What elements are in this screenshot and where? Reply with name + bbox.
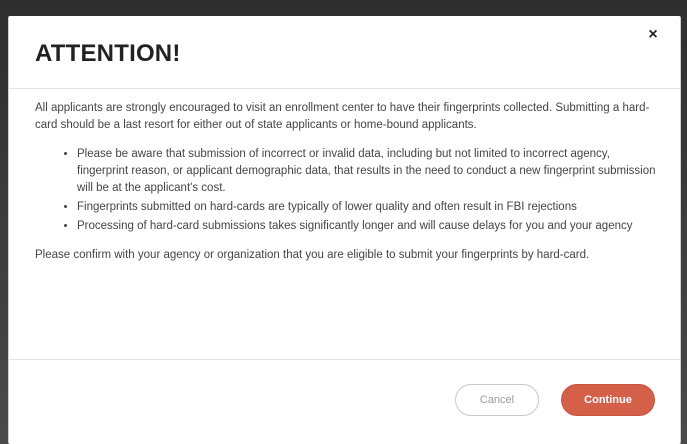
attention-modal: ATTENTION! × All applicants are strongly…	[8, 16, 681, 444]
cancel-button[interactable]: Cancel	[455, 384, 539, 416]
list-item: Please be aware that submission of incor…	[77, 146, 659, 197]
modal-header: ATTENTION! ×	[9, 16, 680, 89]
continue-button[interactable]: Continue	[561, 384, 655, 416]
outro-paragraph: Please confirm with your agency or organ…	[35, 249, 590, 261]
modal-title: ATTENTION!	[35, 40, 181, 67]
modal-footer: Cancel Continue	[9, 359, 680, 444]
modal-body: All applicants are strongly encouraged t…	[35, 100, 659, 276]
list-item: Fingerprints submitted on hard-cards are…	[77, 199, 659, 216]
list-item: Processing of hard-card submissions take…	[77, 218, 659, 235]
notice-list: Please be aware that submission of incor…	[35, 146, 659, 235]
intro-paragraph: All applicants are strongly encouraged t…	[35, 102, 650, 131]
close-icon[interactable]: ×	[644, 26, 662, 44]
